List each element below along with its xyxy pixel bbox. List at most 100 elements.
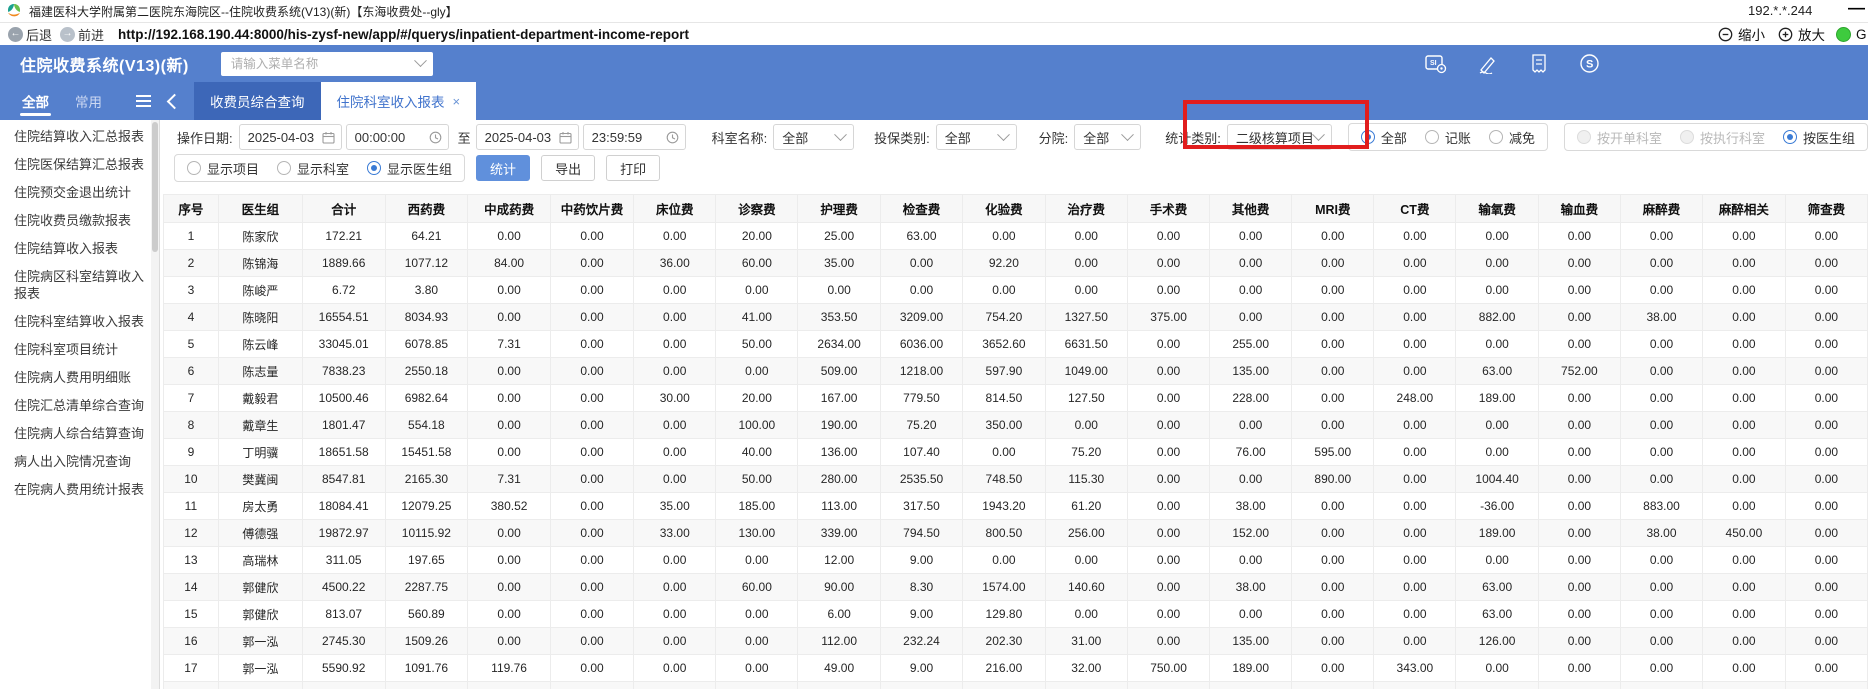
column-header[interactable]: 治疗费	[1044, 194, 1128, 223]
radio-option[interactable]: 按医生组	[1782, 128, 1855, 147]
switch-user-icon[interactable]: S	[1579, 53, 1600, 74]
dept-select[interactable]: 全部	[773, 124, 855, 150]
zoom-out-label[interactable]: 缩小	[1738, 24, 1765, 44]
table-row[interactable]: 16 郭一泓 2745.30 1509.26 0.00 0.00 0.00 0.00 112.0…	[163, 627, 1868, 655]
sidebar-item[interactable]: 住院病人费用明细账	[0, 369, 159, 386]
column-header[interactable]: 其他费	[1209, 194, 1293, 223]
column-header[interactable]: 化验费	[962, 194, 1046, 223]
column-header[interactable]: 护理费	[797, 194, 881, 223]
date-to-field[interactable]	[475, 124, 579, 150]
column-header[interactable]: 序号	[163, 194, 219, 223]
tab-1[interactable]: 收费员综合查询	[194, 82, 321, 120]
radio-option[interactable]: 显示科室	[277, 159, 349, 178]
stat-button[interactable]: 统计	[476, 155, 531, 181]
calendar-icon[interactable]	[559, 131, 572, 144]
column-header[interactable]: 麻醉相关	[1702, 194, 1786, 223]
tab-close-icon[interactable]: ×	[453, 94, 461, 109]
radio-option[interactable]: 全部	[1360, 128, 1407, 147]
stat-type-select[interactable]: 二级核算项目	[1226, 124, 1332, 150]
table-row[interactable]: 5 陈云峰 33045.01 6078.85 7.31 0.00 0.00 50.00 2634…	[163, 330, 1868, 358]
column-header[interactable]: 输氧费	[1455, 194, 1539, 223]
column-header[interactable]: MRI费	[1291, 194, 1375, 223]
minimize-button[interactable]: —	[1848, 0, 1865, 18]
clock-icon[interactable]	[666, 131, 679, 144]
sidebar-item[interactable]: 在院病人费用统计报表	[0, 481, 159, 498]
table-row[interactable]: 8 戴章生 1801.47 554.18 0.00 0.00 0.00 100.00 190.0…	[163, 411, 1868, 439]
time-to-field[interactable]	[582, 124, 686, 150]
table-row[interactable]: 12 傅德强 19872.97 10115.92 0.00 0.00 33.00 130.00…	[163, 519, 1868, 547]
date-from-field[interactable]	[238, 124, 342, 150]
table-row[interactable]: 13 高瑞林 311.05 197.65 0.00 0.00 0.00 0.00 12.00 9.…	[163, 546, 1868, 574]
table-row[interactable]: 7 戴毅君 10500.46 6982.64 0.00 0.00 30.00 20.00 167…	[163, 384, 1868, 412]
column-header[interactable]: 手术费	[1126, 194, 1211, 223]
menu-group-all[interactable]: 全部	[18, 82, 53, 120]
column-header[interactable]: 医生组	[217, 194, 303, 223]
export-button[interactable]: 导出	[541, 155, 596, 181]
zoom-out-icon[interactable]	[1718, 27, 1733, 42]
radio-option[interactable]: 显示项目	[187, 159, 259, 178]
table-row[interactable]: 10 樊冀闽 8547.81 2165.30 7.31 0.00 0.00 50.00 280.…	[163, 465, 1868, 493]
sidebar-item[interactable]: 住院病人综合结算查询	[0, 425, 159, 442]
sidebar-item[interactable]: 住院科室结算收入报表	[0, 313, 159, 330]
sidebar-item[interactable]: 住院预交金退出统计	[0, 184, 159, 201]
table-row[interactable]: 1 陈家欣 172.21 64.21 0.00 0.00 0.00 20.00 25.00 63.…	[163, 222, 1868, 250]
sidebar-item[interactable]: 住院科室项目统计	[0, 341, 159, 358]
column-header[interactable]: 中成药费	[467, 194, 551, 223]
zoom-in-icon[interactable]	[1778, 27, 1793, 42]
forward-button[interactable]: → 前进	[60, 25, 104, 44]
sidebar-scrollbar[interactable]	[151, 120, 159, 689]
radio-option[interactable]: 按开单科室	[1576, 128, 1662, 147]
table-row[interactable]: 180.000.000.000.000.000.000.000.000.000.…	[163, 681, 1868, 689]
column-header[interactable]: 床位费	[633, 194, 717, 223]
column-header[interactable]: 麻醉费	[1619, 194, 1704, 223]
sidebar-item[interactable]: 住院结算收入汇总报表	[0, 128, 159, 145]
column-header[interactable]: 检查费	[879, 194, 964, 223]
back-button[interactable]: ← 后退	[8, 25, 52, 44]
radio-option[interactable]: 按执行科室	[1679, 128, 1765, 147]
sign-gesture-icon[interactable]	[1477, 54, 1499, 74]
table-row[interactable]: 15 郭健欣 813.07 560.89 0.00 0.00 0.00 0.00 6.00 9.0…	[163, 600, 1868, 628]
radio-option[interactable]: 减免	[1488, 128, 1535, 147]
column-header[interactable]: 合计	[301, 194, 386, 223]
si-card-icon[interactable]: SI	[1425, 54, 1447, 74]
sidebar-item[interactable]: 住院收费员缴款报表	[0, 212, 159, 229]
branch-select[interactable]: 全部	[1074, 124, 1142, 150]
table-row[interactable]: 14 郭健欣 4500.22 2287.75 0.00 0.00 0.00 60.00 90.0…	[163, 573, 1868, 601]
date-to-input[interactable]	[482, 128, 559, 146]
chevron-down-icon[interactable]	[413, 54, 427, 68]
table-row[interactable]: 11 房太勇 18084.41 12079.25 380.52 0.00 35.00 185.…	[163, 492, 1868, 520]
radio-option[interactable]: 显示医生组	[367, 159, 452, 178]
menu-search-box[interactable]	[220, 51, 433, 76]
time-to-input[interactable]	[589, 128, 666, 146]
column-header[interactable]: CT费	[1373, 194, 1457, 223]
column-header[interactable]: 中药饮片费	[549, 194, 635, 223]
sidebar-item[interactable]: 住院病区科室结算收入报表	[0, 268, 159, 302]
print-button[interactable]: 打印	[606, 155, 661, 181]
column-header[interactable]: 西药费	[384, 194, 469, 223]
table-row[interactable]: 3 陈峻严 6.72 3.80 0.00 0.00 0.00 0.00 0.00 0.00 0.00…	[163, 276, 1868, 304]
table-row[interactable]: 6 陈志量 7838.23 2550.18 0.00 0.00 0.00 0.00 509.00…	[163, 357, 1868, 385]
column-header[interactable]: 输血费	[1537, 194, 1621, 223]
sidebar-item[interactable]: 住院汇总清单综合查询	[0, 397, 159, 414]
insure-select[interactable]: 全部	[935, 124, 1017, 150]
date-from-input[interactable]	[245, 128, 322, 146]
column-header[interactable]: 诊察费	[715, 194, 799, 223]
time-from-input[interactable]	[352, 128, 429, 146]
sidebar-item[interactable]: 病人出入院情况查询	[0, 453, 159, 470]
sidebar-item[interactable]: 住院医保结算汇总报表	[0, 156, 159, 173]
table-row[interactable]: 2 陈锦海 1889.66 1077.12 84.00 0.00 36.00 60.00 35.…	[163, 249, 1868, 277]
clock-icon[interactable]	[429, 131, 442, 144]
table-row[interactable]: 17 郭一泓 5590.92 1091.76 119.76 0.00 0.00 0.00 49.…	[163, 654, 1868, 682]
receipt-icon[interactable]	[1529, 53, 1549, 74]
collapse-left-icon[interactable]	[166, 93, 183, 109]
menu-list-icon[interactable]	[136, 82, 151, 120]
menu-search-input[interactable]	[228, 55, 416, 72]
sidebar-scroll-thumb[interactable]	[152, 122, 158, 252]
calendar-icon[interactable]	[322, 131, 335, 144]
time-from-field[interactable]	[345, 124, 449, 150]
table-row[interactable]: 4 陈晓阳 16554.51 8034.93 0.00 0.00 0.00 41.00 353.…	[163, 303, 1868, 331]
table-row[interactable]: 9 丁明骥 18651.58 15451.58 0.00 0.00 0.00 40.00 136…	[163, 438, 1868, 466]
radio-option[interactable]: 记账	[1424, 128, 1471, 147]
zoom-in-label[interactable]: 放大	[1798, 24, 1825, 44]
address-url[interactable]: http://192.168.190.44:8000/his-zysf-new/…	[118, 27, 689, 42]
